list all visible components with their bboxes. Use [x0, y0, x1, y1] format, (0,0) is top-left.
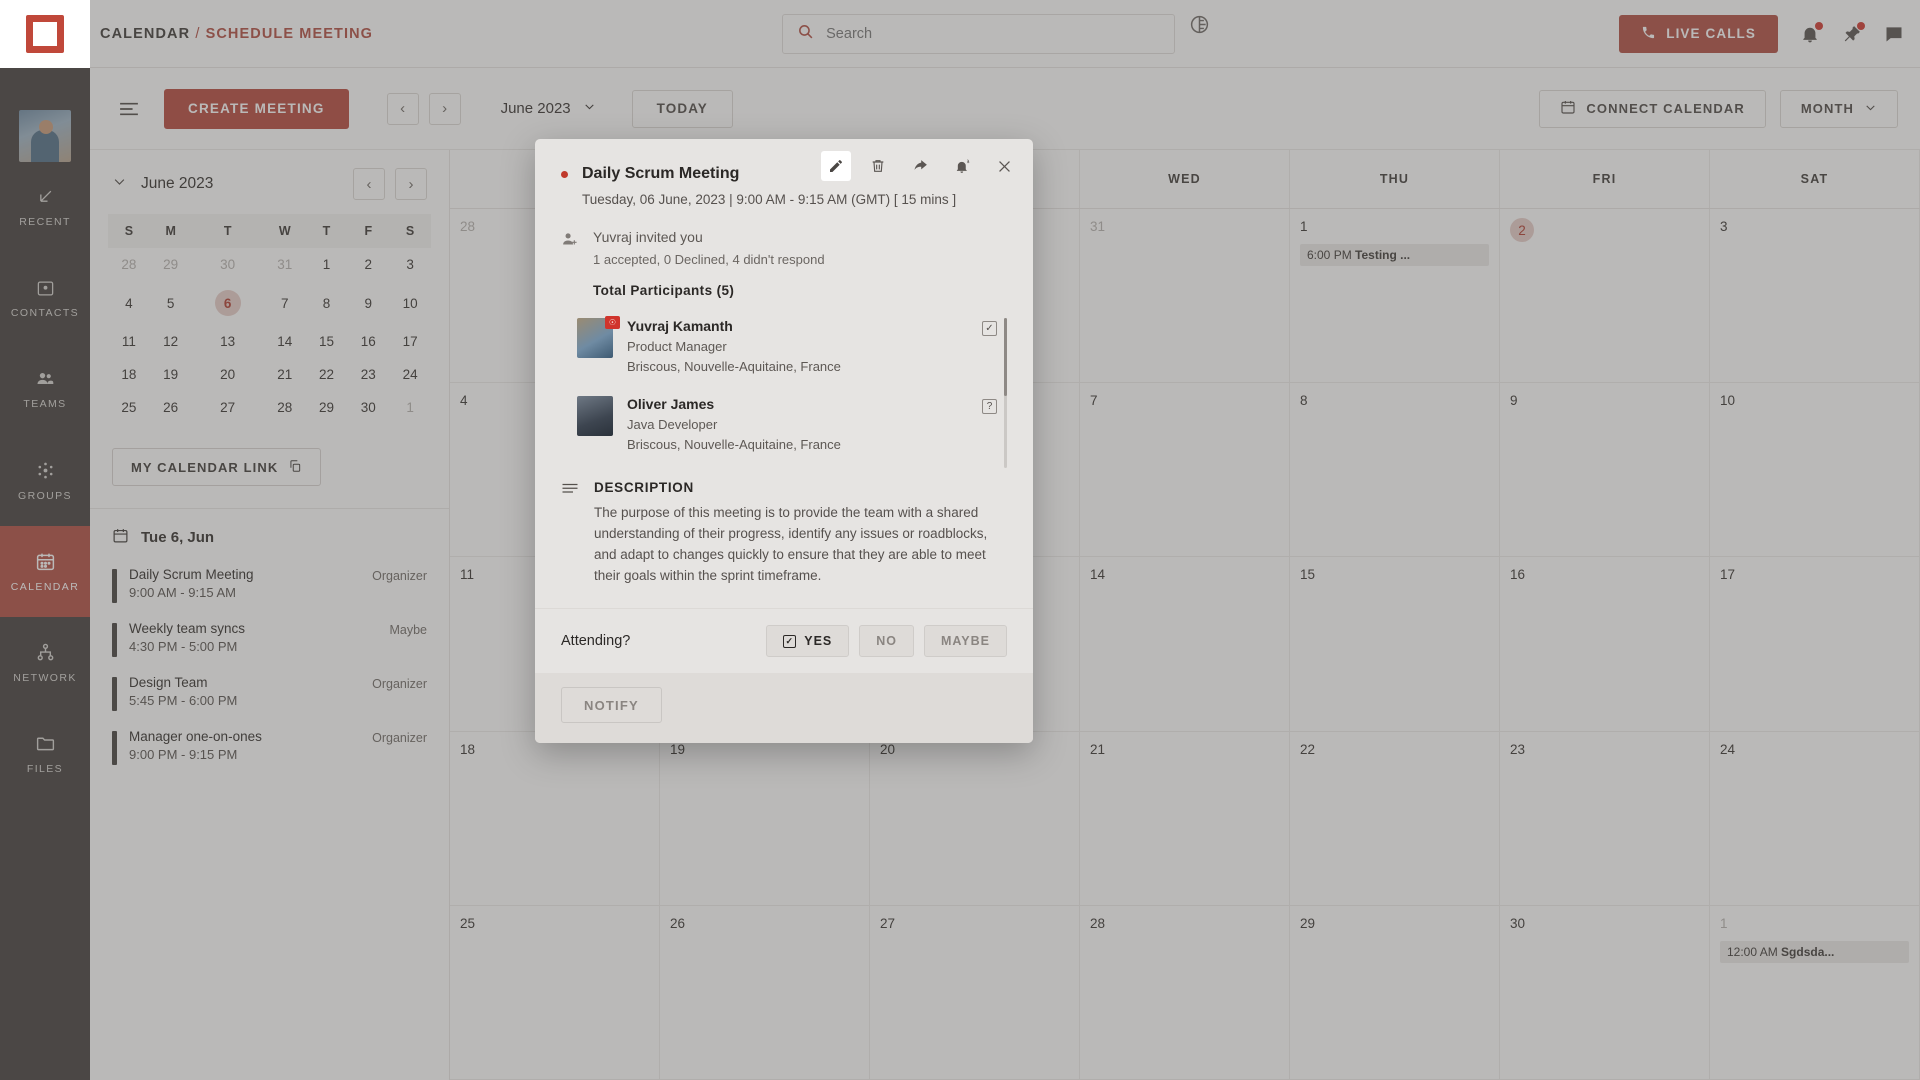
attending-options: ✓ YES NO MAYBE — [766, 625, 1007, 657]
avatar — [577, 396, 613, 436]
app-root: RECENT CONTACTS TEAMS GROUPS CALENDAR NE… — [0, 0, 1920, 1080]
participants-list[interactable]: ☉ Yuvraj Kamanth Product Manager Briscou… — [561, 314, 1007, 472]
invite-text-block: Yuvraj invited you 1 accepted, 0 Decline… — [593, 229, 825, 298]
attending-option-yes[interactable]: ✓ YES — [766, 625, 850, 657]
description-lines-icon — [561, 480, 579, 587]
edit-icon[interactable] — [821, 151, 851, 181]
participant-role: Java Developer — [627, 417, 718, 432]
total-participants-label: Total Participants (5) — [593, 283, 735, 298]
status-dot-icon — [561, 170, 568, 178]
reminder-label: On Time — [594, 607, 647, 608]
participant-status-badge: ? — [982, 399, 997, 414]
attending-option-no[interactable]: NO — [859, 625, 914, 657]
logo-mark-icon — [26, 15, 64, 53]
attending-option-label: MAYBE — [941, 634, 990, 648]
modal-footer: NOTIFY — [535, 673, 1033, 743]
participant-location: Briscous, Nouvelle-Aquitaine, France — [627, 359, 841, 374]
attending-option-maybe[interactable]: MAYBE — [924, 625, 1007, 657]
attending-row: Attending? ✓ YES NO MAYBE — [535, 608, 1033, 673]
modal-scroll-area: Daily Scrum Meeting Tuesday, 06 June, 20… — [535, 139, 1033, 608]
invite-block: Yuvraj invited you 1 accepted, 0 Decline… — [561, 229, 1007, 298]
check-icon: ✓ — [783, 634, 797, 648]
participant-row[interactable]: Harry ? — [561, 470, 997, 472]
attending-label: Attending? — [561, 633, 631, 649]
participant-info: Yuvraj Kamanth Product Manager Briscous,… — [627, 318, 968, 374]
participant-location: Briscous, Nouvelle-Aquitaine, France — [627, 437, 841, 452]
organizer-key-icon: ☉ — [605, 316, 620, 329]
app-logo[interactable] — [0, 0, 90, 68]
delete-icon[interactable] — [863, 151, 893, 181]
participant-name: Oliver James — [627, 396, 715, 412]
participants-container: ☉ Yuvraj Kamanth Product Manager Briscou… — [561, 314, 997, 472]
participant-role: Product Manager — [627, 339, 727, 354]
description-section: DESCRIPTION The purpose of this meeting … — [561, 480, 1007, 587]
meeting-datetime: Tuesday, 06 June, 2023 | 9:00 AM - 9:15 … — [582, 192, 957, 207]
description-text: The purpose of this meeting is to provid… — [594, 505, 988, 583]
meeting-details-modal: Daily Scrum Meeting Tuesday, 06 June, 20… — [535, 139, 1033, 743]
participant-row[interactable]: ☉ Yuvraj Kamanth Product Manager Briscou… — [561, 314, 997, 392]
meeting-title: Daily Scrum Meeting — [582, 165, 740, 182]
bell-icon — [561, 607, 579, 608]
participant-name: Yuvraj Kamanth — [627, 318, 733, 334]
description-body: DESCRIPTION The purpose of this meeting … — [594, 480, 1007, 587]
description-label: DESCRIPTION — [594, 480, 694, 495]
reminder-bell-icon[interactable] — [947, 151, 977, 181]
participant-avatar-wrap: ☉ — [577, 316, 620, 374]
inviter-name: Yuvraj — [593, 229, 632, 245]
reminder-section: On Time — [561, 607, 1007, 608]
participant-info: Oliver James Java Developer Briscous, No… — [627, 396, 968, 452]
inviter-line: Yuvraj invited you — [593, 229, 825, 245]
participants-scrollbar-thumb[interactable] — [1004, 318, 1007, 396]
participant-status-badge: ✓ — [982, 321, 997, 336]
inviter-suffix: invited you — [631, 229, 703, 245]
notify-button[interactable]: NOTIFY — [561, 687, 662, 723]
attending-option-label: YES — [804, 634, 833, 648]
attending-option-label: NO — [876, 634, 897, 648]
participant-row[interactable]: Oliver James Java Developer Briscous, No… — [561, 392, 997, 470]
share-icon[interactable] — [905, 151, 935, 181]
close-icon[interactable] — [989, 151, 1019, 181]
modal-action-bar — [821, 151, 1019, 181]
response-counts: 1 accepted, 0 Declined, 4 didn't respond — [593, 252, 825, 267]
person-add-icon — [561, 229, 578, 298]
participant-avatar-wrap — [577, 396, 613, 452]
